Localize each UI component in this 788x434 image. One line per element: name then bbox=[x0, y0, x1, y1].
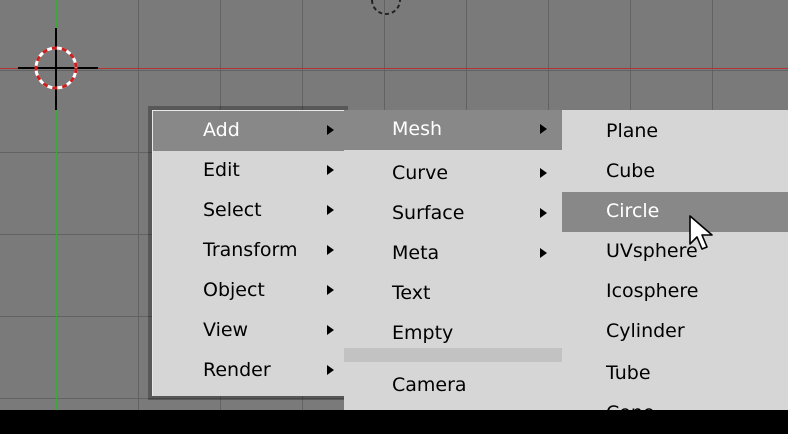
x-axis-line bbox=[0, 68, 788, 69]
menu-item-label: Text bbox=[392, 282, 431, 304]
menu-item-label: Render bbox=[203, 359, 271, 381]
submenu-arrow-icon bbox=[327, 205, 334, 215]
submenu-arrow-icon bbox=[540, 248, 547, 258]
menu-item-label: Mesh bbox=[392, 118, 443, 140]
menu-item-plane[interactable]: Plane bbox=[562, 112, 788, 152]
submenu-arrow-icon bbox=[327, 365, 334, 375]
menu-item-label: Cylinder bbox=[606, 320, 685, 342]
menu-item-circle[interactable]: Circle bbox=[562, 192, 788, 232]
menu-item-label: Meta bbox=[392, 242, 440, 264]
submenu-arrow-icon bbox=[327, 125, 334, 135]
menu-item-label: Curve bbox=[392, 162, 449, 184]
menu-item-cone[interactable]: Cone bbox=[562, 394, 788, 434]
menu-item-label: Tube bbox=[606, 362, 651, 384]
toolbox-menu: Add Edit Select Transform Object View Re… bbox=[152, 110, 344, 396]
menu-separator bbox=[344, 348, 562, 362]
submenu-arrow-icon bbox=[540, 168, 547, 178]
menu-item-label: Select bbox=[203, 199, 262, 221]
menu-item-label: Cube bbox=[606, 160, 656, 182]
menu-item-label: Cone bbox=[606, 402, 655, 424]
menu-item-label: Camera bbox=[392, 374, 467, 396]
object-origin-icon bbox=[371, 0, 401, 15]
menu-item-uvsphere[interactable]: UVsphere bbox=[562, 232, 788, 272]
menu-item-cylinder[interactable]: Cylinder bbox=[562, 312, 788, 352]
menu-item-curve[interactable]: Curve bbox=[344, 154, 562, 194]
menu-item-label: Plane bbox=[606, 120, 659, 142]
submenu-arrow-icon bbox=[327, 245, 334, 255]
menu-item-label: Edit bbox=[203, 159, 240, 181]
submenu-arrow-icon bbox=[540, 124, 547, 134]
mesh-submenu: Plane Cube Circle UVsphere Icosphere Cyl… bbox=[562, 110, 788, 424]
menu-item-text[interactable]: Text bbox=[344, 274, 562, 314]
mouse-pointer-icon bbox=[689, 215, 713, 250]
menu-item-render[interactable]: Render bbox=[153, 351, 344, 391]
menu-item-label: Empty bbox=[392, 322, 454, 344]
menu-item-surface[interactable]: Surface bbox=[344, 194, 562, 234]
menu-item-label: Icosphere bbox=[606, 280, 699, 302]
menu-item-icosphere[interactable]: Icosphere bbox=[562, 272, 788, 312]
submenu-arrow-icon bbox=[327, 165, 334, 175]
menu-item-select[interactable]: Select bbox=[153, 191, 344, 231]
menu-item-label: Object bbox=[203, 279, 265, 301]
menu-item-label: Circle bbox=[606, 200, 660, 222]
add-submenu: Mesh Curve Surface Meta Text Empty Camer… bbox=[344, 110, 562, 410]
menu-item-view[interactable]: View bbox=[153, 311, 344, 351]
menu-item-add[interactable]: Add bbox=[153, 111, 344, 151]
3d-cursor-icon[interactable] bbox=[0, 0, 110, 110]
menu-item-label: Transform bbox=[203, 239, 298, 261]
menu-item-label: Surface bbox=[392, 202, 465, 224]
menu-item-meta[interactable]: Meta bbox=[344, 234, 562, 274]
menu-item-cube[interactable]: Cube bbox=[562, 152, 788, 192]
menu-item-label: UVsphere bbox=[606, 240, 698, 262]
menu-item-transform[interactable]: Transform bbox=[153, 231, 344, 271]
submenu-arrow-icon bbox=[327, 325, 334, 335]
submenu-arrow-icon bbox=[540, 208, 547, 218]
menu-item-camera[interactable]: Camera bbox=[344, 366, 562, 406]
menu-item-label: Add bbox=[203, 119, 240, 141]
submenu-arrow-icon bbox=[327, 285, 334, 295]
menu-item-tube[interactable]: Tube bbox=[562, 354, 788, 394]
menu-item-object[interactable]: Object bbox=[153, 271, 344, 311]
menu-item-mesh[interactable]: Mesh bbox=[344, 110, 562, 150]
menu-item-label: View bbox=[203, 319, 249, 341]
menu-item-edit[interactable]: Edit bbox=[153, 151, 344, 191]
